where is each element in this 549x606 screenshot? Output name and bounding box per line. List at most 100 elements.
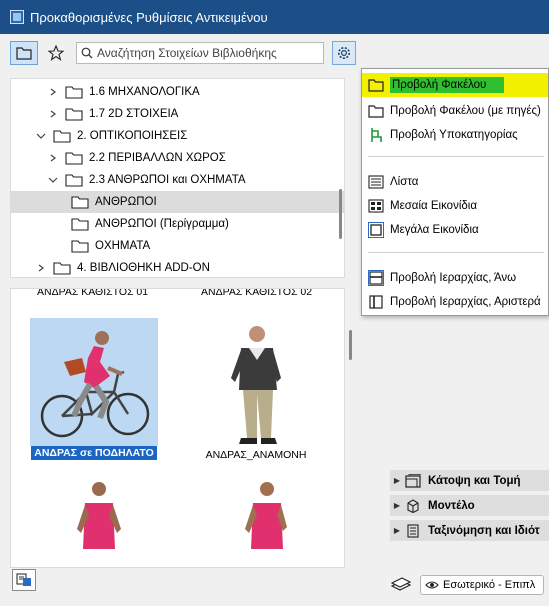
menu-item-large-icons[interactable]: Μεγάλα Εικονίδια [362,218,548,242]
expand-triangle-icon[interactable]: ▶ [390,501,404,510]
thumbnail-caption[interactable]: ΑΝΔΡΑΣ ΚΑΘΙΣΤΟΣ 01 [37,289,148,298]
library-toolbar [10,40,360,66]
chevron-down-icon[interactable] [47,174,59,186]
chevron-right-icon[interactable] [35,262,47,274]
tree-item-label: 2.2 ΠΕΡΙΒΑΛΛΩΝ ΧΩΡΟΣ [89,152,226,164]
menu-item-medium-icons[interactable]: Μεσαία Εικονίδια [362,194,548,218]
menu-item-label: Μεγάλα Εικονίδια [390,224,479,236]
search-input[interactable] [97,46,317,60]
tree-item[interactable]: 1.6 ΜΗΧΑΝΟΛΟΓΙΚΑ [11,81,344,103]
folder-icon [53,262,71,275]
chevron-right-icon[interactable] [47,108,59,120]
hierarchy-left-icon [368,294,384,310]
tree-item[interactable]: ΟΧΗΜΑΤΑ [11,235,344,257]
view-options-menu: Προβολή Φακέλου Προβολή Φακέλου (με πηγέ… [361,68,549,316]
cyclist-figure-image [40,331,150,438]
tree-item[interactable]: ΑΝΘΡΩΠΟΙ [11,191,344,213]
tree-item[interactable]: ΑΝΘΡΩΠΟΙ (Περίγραμμα) [11,213,344,235]
chevron-down-icon[interactable] [35,130,47,142]
thumbnail-grid: ΑΝΔΡΑΣ ΚΑΘΙΣΤΟΣ 01 ΑΝΔΡΑΣ ΚΑΘΙΣΤΟΣ 02 ΑΝ… [10,288,345,568]
menu-item-label: Προβολή Υποκατηγορίας [390,129,518,141]
menu-item-label: Λίστα [390,176,419,188]
view-select[interactable]: Εσωτερικό - Επιπλ [420,575,544,595]
expand-triangle-icon[interactable]: ▶ [390,476,404,485]
floorplan-icon [404,473,422,489]
folder-icon [71,240,89,253]
menu-item-list[interactable]: Λίστα [362,170,548,194]
tree-item[interactable]: 2.3 ΑΝΘΡΩΠΟΙ και ΟΧΗΜΑΤΑ [11,169,344,191]
tree-item[interactable]: 2.2 ΠΕΡΙΒΑΛΛΩΝ ΧΩΡΟΣ [11,147,344,169]
menu-item-folder-view[interactable]: Προβολή Φακέλου [362,73,548,97]
menu-item-subcategory-view[interactable]: Προβολή Υποκατηγορίας [362,123,548,147]
list-icon [368,174,384,190]
thumbnail-caption[interactable]: ΑΝΔΡΑΣ ΚΑΘΙΣΤΟΣ 02 [201,289,312,298]
thumbnail-man-pink-1[interactable] [71,479,131,567]
classification-icon [404,523,422,539]
pane-splitter[interactable] [10,280,345,288]
gear-icon [338,47,350,59]
app-icon [10,10,24,24]
panel-floorplan-section[interactable]: ▶ Κάτοψη και Τομή [390,470,549,492]
menu-separator [368,156,544,157]
folder-view-button[interactable] [10,41,38,65]
favorites-button[interactable] [42,41,70,65]
folder-icon [65,108,83,121]
eye-icon [425,581,439,589]
thumbnail-caption-selected[interactable]: ΑΝΔΡΑΣ σε ΠΟΔΗΛΑΤΟ [28,446,160,460]
layers-icon[interactable] [390,576,412,595]
panel-label: Ταξινόμηση και Ιδιότ [428,524,540,537]
thumbnail-waiting-man[interactable] [211,320,301,448]
tree-scrollbar[interactable] [339,189,342,239]
man-pink-shirt-image [245,482,287,549]
menu-item-label: Προβολή Φακέλου (με πηγές) [390,105,541,117]
menu-item-hierarchy-top[interactable]: Προβολή Ιεραρχίας, Άνω [362,266,548,290]
standing-man-figure-image [231,326,281,444]
tree-item-label: 4. ΒΙΒΛΙΟΘΗΚΗ ADD-ON [77,262,210,274]
panel-label: Μοντέλο [428,499,475,512]
tree-item-label: 1.6 ΜΗΧΑΝΟΛΟΓΙΚΑ [89,86,200,98]
star-icon [48,45,64,61]
hierarchy-top-icon [368,270,384,286]
folder-icon [65,174,83,187]
thumbnail-cyclist[interactable] [30,318,158,446]
load-library-button[interactable] [12,569,36,591]
search-box[interactable] [76,42,324,64]
menu-item-label: Προβολή Ιεραρχίας, Άνω [390,272,517,284]
menu-item-label: Μεσαία Εικονίδια [390,200,477,212]
tree-item-label: 1.7 2D ΣΤΟΙΧΕΙΑ [89,108,179,120]
tree-item-label: 2. ΟΠΤΙΚΟΠΟΙΗΣΕΙΣ [77,130,188,142]
man-pink-shirt-image [77,482,121,549]
chevron-right-icon[interactable] [47,86,59,98]
library-window: 1.6 ΜΗΧΑΝΟΛΟΓΙΚΑ 1.7 2D ΣΤΟΙΧΕΙΑ 2. ΟΠΤΙ… [0,34,549,606]
menu-item-label: Προβολή Ιεραρχίας, Αριστερά [390,296,541,308]
library-tree: 1.6 ΜΗΧΑΝΟΛΟΓΙΚΑ 1.7 2D ΣΤΟΙΧΕΙΑ 2. ΟΠΤΙ… [10,78,345,278]
thumbnail-scrollbar[interactable] [349,330,352,360]
menu-item-label: Προβολή Φακέλου [390,77,505,93]
panel-model[interactable]: ▶ Μοντέλο [390,495,549,517]
thumbnail-caption[interactable]: ΑΝΔΡΑΣ_ΑΝΑΜΟΝΗ [197,449,315,461]
folder-icon [71,218,89,231]
view-options-button[interactable] [332,41,356,65]
panel-classification[interactable]: ▶ Ταξινόμηση και Ιδιότ [390,520,549,542]
menu-item-hierarchy-left[interactable]: Προβολή Ιεραρχίας, Αριστερά [362,290,548,314]
tree-item-label: ΑΝΘΡΩΠΟΙ [95,196,157,208]
menu-item-folder-view-sources[interactable]: Προβολή Φακέλου (με πηγές) [362,99,548,123]
large-icons-icon [368,222,384,238]
thumbnail-caption-label: ΑΝΔΡΑΣ σε ΠΟΔΗΛΑΤΟ [31,446,157,460]
folder-icon [368,103,384,119]
tree-item-label: ΟΧΗΜΑΤΑ [95,240,151,252]
tree-item[interactable]: 2. ΟΠΤΙΚΟΠΟΙΗΣΕΙΣ [11,125,344,147]
panel-label: Κάτοψη και Τομή [428,474,521,487]
view-select-label: Εσωτερικό - Επιπλ [443,579,536,591]
tree-item[interactable]: 4. ΒΙΒΛΙΟΘΗΚΗ ADD-ON [11,257,344,277]
chevron-right-icon[interactable] [47,152,59,164]
menu-separator [368,252,544,253]
folder-icon [53,130,71,143]
tree-item[interactable]: 1.7 2D ΣΤΟΙΧΕΙΑ [11,103,344,125]
expand-triangle-icon[interactable]: ▶ [390,526,404,535]
search-icon [81,47,93,59]
thumbnail-man-pink-2[interactable] [239,479,299,567]
cube-icon [404,498,422,514]
folder-icon [65,86,83,99]
tree-item-label: ΑΝΘΡΩΠΟΙ (Περίγραμμα) [95,218,229,230]
